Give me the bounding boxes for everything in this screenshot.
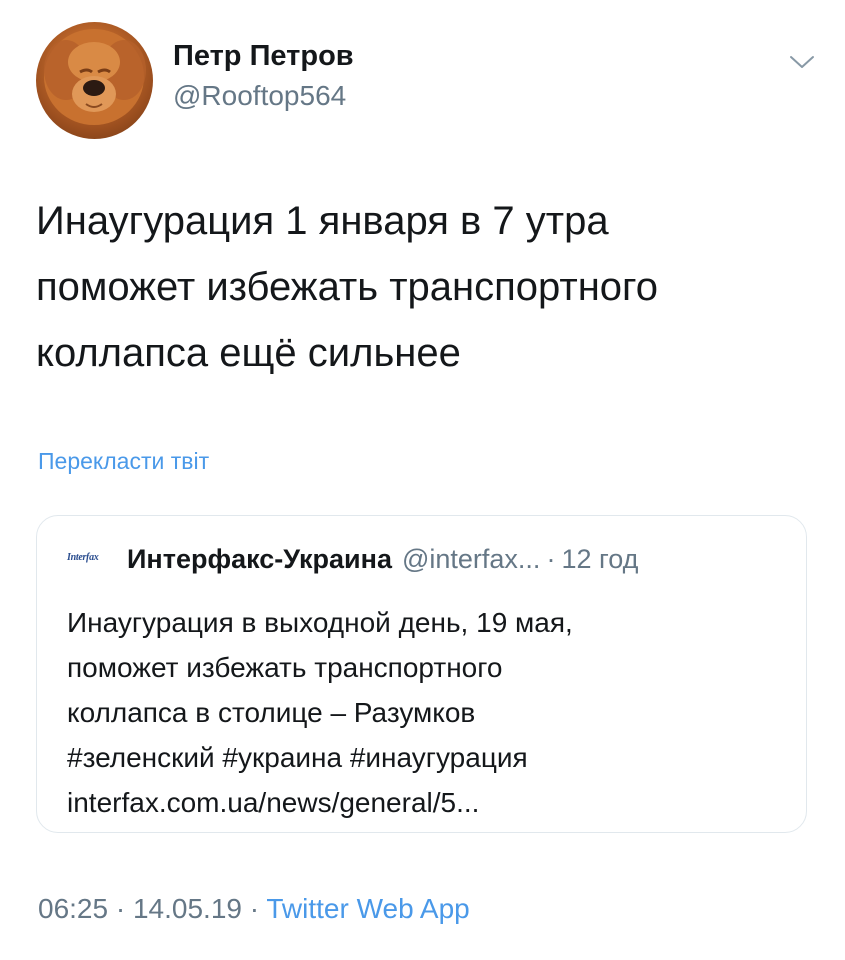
quoted-text-link: interfax.com.ua/news/general/5... xyxy=(67,787,480,818)
translate-tweet-link[interactable]: Перекласти твіт xyxy=(38,448,209,475)
author-display-name[interactable]: Петр Петров xyxy=(173,38,354,74)
tweet-date: 14.05.19 xyxy=(132,893,242,924)
tweet-text-line: поможет избежать транспортного xyxy=(36,265,658,309)
tweet-header: Петр Петров @Rooftop564 xyxy=(36,22,816,142)
quoted-tweet-header: Interfax Интерфакс-Украина @interfax... … xyxy=(67,544,638,575)
tweet-text-line: коллапса ещё сильнее xyxy=(36,331,461,375)
quoted-tweet[interactable]: Interfax Интерфакс-Украина @interfax... … xyxy=(36,515,807,833)
chevron-down-icon[interactable] xyxy=(788,52,816,72)
tweet-text: Инаугурация 1 января в 7 утра поможет из… xyxy=(36,188,816,386)
tweet-card: Петр Петров @Rooftop564 Инаугурация 1 ян… xyxy=(0,0,845,960)
quoted-author-handle: @interfax... xyxy=(401,544,541,574)
quoted-tweet-text: Инаугурация в выходной день, 19 мая, пом… xyxy=(67,600,787,825)
quoted-text-line: коллапса в столице – Разумков xyxy=(67,697,476,728)
interfax-logo-icon: Interfax xyxy=(67,551,99,563)
quoted-text-line: Инаугурация в выходной день, 19 мая, xyxy=(67,607,573,638)
separator-dot: · xyxy=(115,893,126,924)
quoted-author-name: Интерфакс-Украина xyxy=(127,544,392,574)
avatar[interactable] xyxy=(36,22,153,139)
quoted-tweet-time: 12 год xyxy=(561,544,639,574)
tweet-footer: 06:25 · 14.05.19 · Twitter Web App xyxy=(38,893,470,925)
separator-dot: · xyxy=(249,893,260,924)
separator-dot: · xyxy=(546,544,556,574)
tweet-text-line: Инаугурация 1 января в 7 утра xyxy=(36,199,609,243)
tweet-source-link[interactable]: Twitter Web App xyxy=(266,893,469,924)
author-handle[interactable]: @Rooftop564 xyxy=(173,78,354,114)
author-names: Петр Петров @Rooftop564 xyxy=(173,38,354,114)
quoted-text-line: поможет избежать транспортного xyxy=(67,652,503,683)
quoted-text-hashtags: #зеленский #украина #инаугурация xyxy=(67,742,528,773)
tweet-time: 06:25 xyxy=(38,893,109,924)
